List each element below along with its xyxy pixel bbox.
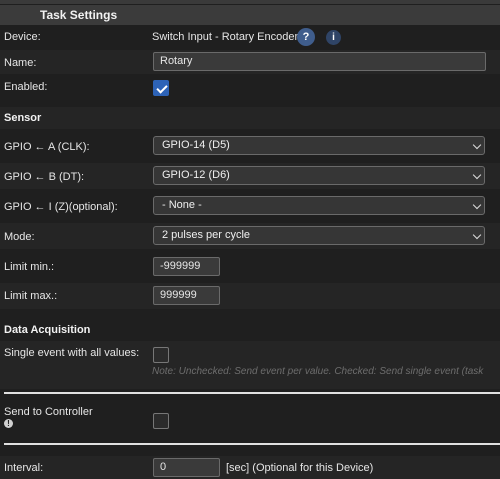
gpio-b-value: GPIO-12 (D6) — [162, 169, 230, 181]
acquisition-title: Data Acquisition — [4, 324, 91, 336]
single-event-label: Single event with all values: — [4, 347, 140, 359]
divider — [4, 443, 500, 445]
chevron-down-icon — [472, 200, 482, 210]
info-icon[interactable]: i — [326, 30, 341, 45]
gpio-b-select[interactable]: GPIO-12 (D6) — [153, 166, 485, 185]
gpio-b-label: GPIO ← B (DT): — [4, 171, 85, 183]
top-bar — [0, 0, 500, 4]
gpio-i-label: GPIO ← I (Z)(optional): — [4, 201, 118, 213]
divider — [4, 392, 500, 394]
device-label: Device: — [4, 31, 41, 43]
interval-suffix: [sec] (Optional for this Device) — [226, 462, 374, 474]
gpio-b-row: GPIO ← B (DT): GPIO-12 (D6) — [0, 163, 500, 189]
gpio-a-select[interactable]: GPIO-14 (D5) — [153, 136, 485, 155]
single-event-row: Single event with all values: Note: Unch… — [0, 341, 500, 389]
acquisition-section: Data Acquisition — [0, 320, 500, 340]
send-controller-label: Send to Controller — [4, 406, 93, 418]
exclamation-icon: ! — [4, 419, 13, 428]
limit-min-row: Limit min.: -999999 — [0, 254, 500, 280]
mode-value: 2 pulses per cycle — [162, 229, 251, 241]
limit-max-input[interactable]: 999999 — [153, 286, 220, 305]
limit-max-label: Limit max.: — [4, 290, 58, 302]
send-controller-row: Send to Controller ! — [0, 400, 500, 438]
enabled-row: Enabled: — [0, 76, 500, 102]
name-input[interactable]: Rotary — [153, 52, 486, 71]
header-title: Task Settings — [40, 8, 118, 22]
chevron-down-icon — [472, 170, 482, 180]
sensor-title: Sensor — [4, 112, 42, 124]
limit-min-label: Limit min.: — [4, 261, 55, 273]
gpio-a-value: GPIO-14 (D5) — [162, 139, 230, 151]
send-controller-checkbox[interactable] — [153, 413, 169, 429]
name-label: Name: — [4, 57, 37, 69]
task-settings-header: Task Settings — [0, 5, 500, 25]
limit-min-input[interactable]: -999999 — [153, 257, 220, 276]
single-event-checkbox[interactable] — [153, 347, 169, 363]
single-event-note: Note: Unchecked: Send event per value. C… — [152, 366, 484, 377]
chevron-down-icon — [472, 230, 482, 240]
limit-max-row: Limit max.: 999999 — [0, 283, 500, 309]
enabled-checkbox[interactable] — [153, 80, 169, 96]
gpio-a-row: GPIO ← A (CLK): GPIO-14 (D5) — [0, 133, 500, 159]
interval-row: Interval: 0 [sec] (Optional for this Dev… — [0, 456, 500, 479]
interval-input[interactable]: 0 — [153, 458, 220, 477]
gpio-i-row: GPIO ← I (Z)(optional): - None - — [0, 193, 500, 219]
sensor-section: Sensor — [0, 107, 500, 129]
name-row: Name: Rotary — [0, 50, 500, 74]
question-icon[interactable]: ? — [297, 28, 315, 46]
enabled-label: Enabled: — [4, 81, 48, 93]
mode-row: Mode: 2 pulses per cycle — [0, 223, 500, 249]
gpio-i-value: - None - — [162, 199, 202, 211]
mode-label: Mode: — [4, 231, 35, 243]
mode-select[interactable]: 2 pulses per cycle — [153, 226, 485, 245]
gpio-a-label: GPIO ← A (CLK): — [4, 141, 90, 153]
device-row: Device: Switch Input - Rotary Encoder ? … — [0, 27, 500, 49]
chevron-down-icon — [472, 140, 482, 150]
interval-label: Interval: — [4, 462, 44, 474]
device-value: Switch Input - Rotary Encoder — [152, 31, 299, 43]
gpio-i-select[interactable]: - None - — [153, 196, 485, 215]
